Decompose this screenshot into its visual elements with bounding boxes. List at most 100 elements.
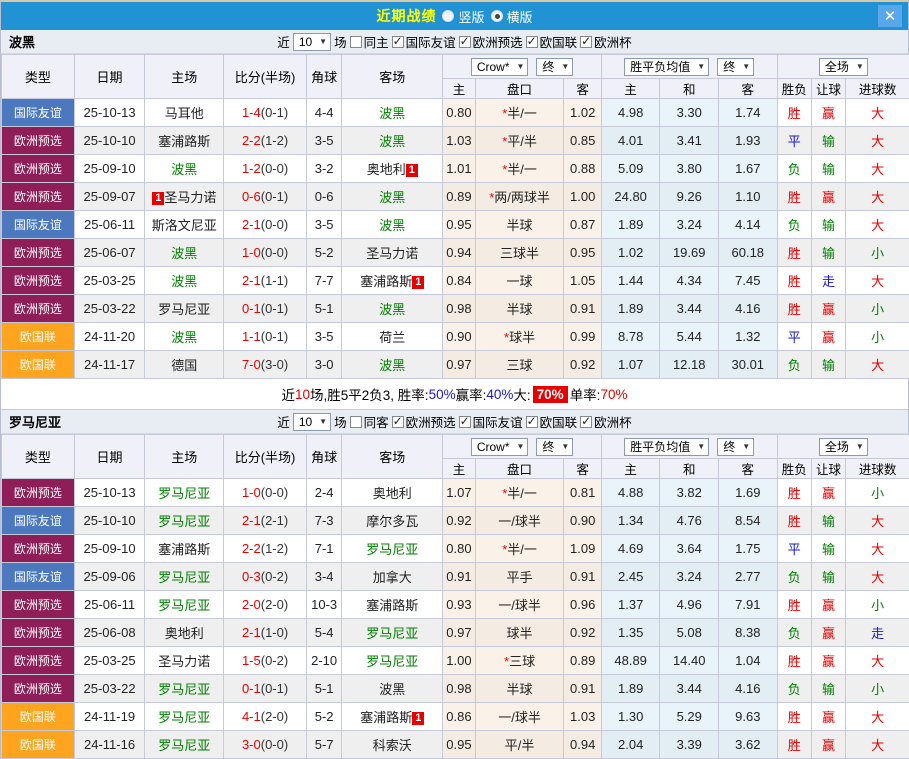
result-cell: 平 (777, 323, 811, 351)
same-venue-checkbox[interactable]: 同客 (350, 412, 389, 431)
away-team-cell: 荷兰 (342, 323, 443, 351)
league-checkbox[interactable]: 国际友谊 (392, 32, 456, 51)
radio-horizontal-icon[interactable] (491, 10, 503, 22)
final-odds-select-1[interactable]: 终▼ (536, 438, 573, 456)
away-team-cell: 圣马力诺 (342, 239, 443, 267)
match-date-cell: 24-11-16 (74, 731, 145, 759)
match-type-cell: 国际友谊 (2, 211, 75, 239)
checkbox-icon[interactable] (580, 416, 592, 428)
goals-result-cell: 大 (846, 351, 909, 379)
away-team-name: 塞浦路斯 (360, 274, 412, 289)
checkbox-icon[interactable] (392, 36, 404, 48)
games-label: 场 (334, 412, 347, 431)
avg-draw-cell: 3.39 (660, 731, 719, 759)
away-odds-cell: 0.87 (564, 211, 601, 239)
result-cell: 胜 (777, 239, 811, 267)
home-team-cell: 波黑 (145, 155, 224, 183)
away-team-cell: 奥地利 (342, 479, 443, 507)
checkbox-icon[interactable] (350, 416, 362, 428)
same-venue-checkbox[interactable]: 同主 (350, 32, 389, 51)
checkbox-icon[interactable] (580, 36, 592, 48)
checkbox-icon[interactable] (350, 36, 362, 48)
layout-radio-horizontal[interactable]: 横版 (491, 7, 533, 26)
handicap-cell: *两/两球半 (475, 183, 564, 211)
league-checkbox[interactable]: 欧洲杯 (580, 32, 632, 51)
corner-cell: 5-1 (306, 295, 341, 323)
away-odds-cell: 0.95 (564, 239, 601, 267)
away-team-cell: 摩尔多瓦 (342, 507, 443, 535)
league-checkbox[interactable]: 欧洲杯 (580, 412, 632, 431)
league-checkbox[interactable]: 欧国联 (526, 412, 578, 431)
away-team-name: 荷兰 (379, 330, 405, 345)
score-cell: 1-5(0-2) (224, 647, 307, 675)
checkbox-icon[interactable] (526, 36, 538, 48)
checkbox-icon[interactable] (526, 416, 538, 428)
final-odds-select-2[interactable]: 终▼ (717, 58, 754, 76)
away-team-cell: 科索沃 (342, 731, 443, 759)
away-team-name: 奥地利 (373, 486, 412, 501)
records-table-1: 类型 日期 主场 比分(半场) 角球 客场 Crow*▼ 终▼ 胜平负均值▼ 终… (1, 54, 909, 379)
goals-result-cell: 小 (846, 479, 909, 507)
avg-odds-select[interactable]: 胜平负均值▼ (624, 58, 709, 76)
league-checkbox[interactable]: 欧洲预选 (459, 32, 523, 51)
team-filter-bar-2: 罗马尼亚 近10▼场同客欧洲预选国际友谊欧国联欧洲杯 (1, 410, 908, 434)
checkbox-icon[interactable] (459, 416, 471, 428)
fullmatch-select[interactable]: 全场▼ (819, 58, 868, 76)
bookmaker-select[interactable]: Crow*▼ (471, 58, 529, 76)
close-icon[interactable]: ✕ (878, 5, 902, 27)
goals-result-cell: 小 (846, 239, 909, 267)
corner-cell: 7-1 (306, 535, 341, 563)
league-checkbox[interactable]: 国际友谊 (459, 412, 523, 431)
col-header-type: 类型 (2, 55, 75, 99)
score-cell: 1-1(0-1) (224, 323, 307, 351)
avg-lose-cell: 9.63 (719, 703, 778, 731)
away-team-name: 科索沃 (373, 738, 412, 753)
recent-count-select[interactable]: 10▼ (293, 33, 331, 51)
home-team-name: 马耳他 (165, 106, 204, 121)
checkbox-icon[interactable] (459, 36, 471, 48)
home-team-name: 波黑 (171, 162, 197, 177)
team-name-1: 波黑 (9, 32, 35, 51)
avg-lose-cell: 1.93 (719, 127, 778, 155)
result-cell: 胜 (777, 183, 811, 211)
handicap-result-cell: 赢 (811, 183, 845, 211)
layout-radio-vertical[interactable]: 竖版 (442, 7, 484, 26)
away-team-name: 塞浦路斯 (360, 710, 412, 725)
record-summary: 近10场,胜5平2负3, 胜率:50% 赢率:40% 大:70% 单率:70% (1, 379, 908, 410)
avg-lose-cell: 1.04 (719, 647, 778, 675)
handicap-result-cell: 输 (811, 155, 845, 183)
match-row: 欧洲预选25-06-08奥地利2-1(1-0)5-4罗马尼亚0.97球半0.92… (2, 619, 909, 647)
match-row: 欧洲预选25-06-07波黑1-0(0-0)5-2圣马力诺0.94三球半0.95… (2, 239, 909, 267)
avg-odds-select[interactable]: 胜平负均值▼ (624, 438, 709, 456)
summary-segment: 10 (295, 387, 310, 402)
score-cell: 0-3(0-2) (224, 563, 307, 591)
radio-vertical-icon[interactable] (442, 10, 454, 22)
handicap-cell: 球半 (475, 619, 564, 647)
home-team-cell: 罗马尼亚 (145, 563, 224, 591)
avg-draw-cell: 12.18 (660, 351, 719, 379)
final-odds-select-1[interactable]: 终▼ (536, 58, 573, 76)
checkbox-icon[interactable] (392, 416, 404, 428)
match-row: 欧国联24-11-16罗马尼亚3-0(0-0)5-7科索沃0.95平/半0.94… (2, 731, 909, 759)
avg-draw-cell: 3.82 (660, 479, 719, 507)
sub-header-odds-home: 主 (443, 459, 475, 479)
recent-count-select[interactable]: 10▼ (293, 413, 331, 431)
league-checkbox[interactable]: 欧洲预选 (392, 412, 456, 431)
sub-header-handicap: 盘口 (475, 79, 564, 99)
dialog-titlebar: 近期战绩 竖版 横版 ✕ (1, 2, 908, 30)
match-type-cell: 国际友谊 (2, 99, 75, 127)
radio-horizontal-label[interactable]: 横版 (507, 7, 533, 26)
corner-cell: 5-2 (306, 239, 341, 267)
avg-draw-cell: 19.69 (660, 239, 719, 267)
radio-vertical-label[interactable]: 竖版 (458, 7, 484, 26)
red-card-badge: 1 (406, 164, 418, 177)
fullmatch-group-header: 全场▼ (777, 435, 909, 459)
avg-win-cell: 1.30 (601, 703, 660, 731)
fullmatch-select[interactable]: 全场▼ (819, 438, 868, 456)
bookmaker-select[interactable]: Crow*▼ (471, 438, 529, 456)
summary-segment: 50% (429, 387, 456, 402)
odds-group-header: Crow*▼ 终▼ (443, 55, 602, 79)
league-checkbox[interactable]: 欧国联 (526, 32, 578, 51)
final-odds-select-2[interactable]: 终▼ (717, 438, 754, 456)
match-type-cell: 欧国联 (2, 323, 75, 351)
